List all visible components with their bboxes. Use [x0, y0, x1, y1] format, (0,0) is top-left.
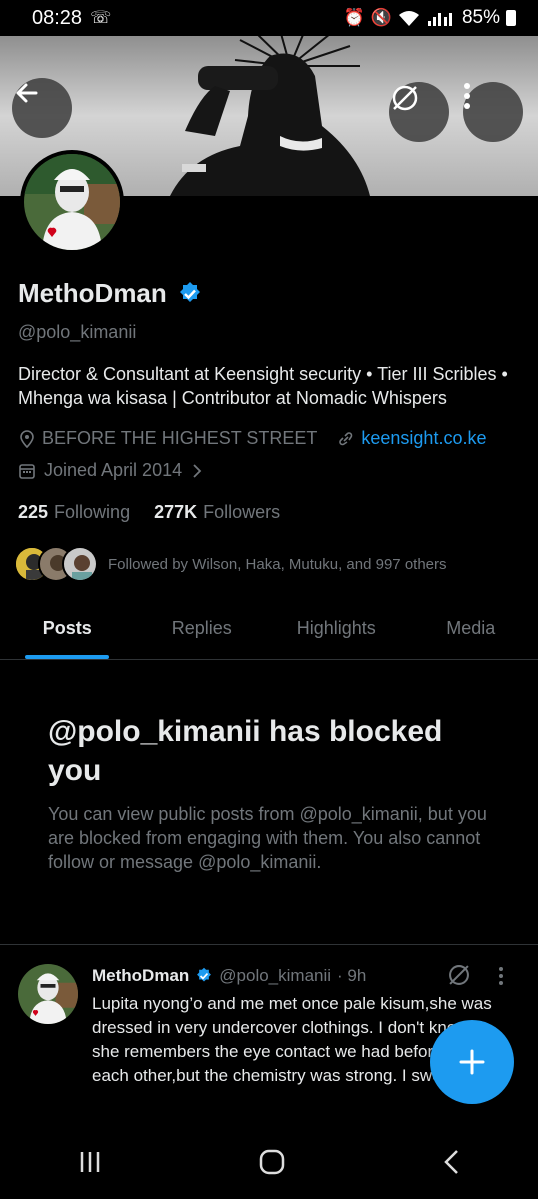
post-grok-button[interactable] — [446, 962, 472, 993]
bio-line-2: Mhenga wa kisasa | Contributor at Nomadi… — [18, 388, 447, 408]
profile-meta-row: BEFORE THE HIGHEST STREET keensight.co.k… — [18, 428, 486, 449]
location-pin-icon — [20, 429, 34, 448]
calendar-icon — [19, 463, 35, 479]
profile-tabs: Posts Replies Highlights Media — [0, 598, 538, 660]
post-author-handle: @polo_kimanii — [219, 966, 332, 985]
more-options-button[interactable] — [463, 82, 523, 142]
status-bar: 08:28 ☏ ⏰ 🔇 85% — [0, 0, 538, 36]
battery-icon — [506, 10, 516, 26]
recent-apps-icon[interactable] — [77, 1149, 103, 1175]
followers-label: Followers — [203, 502, 281, 522]
back-button[interactable] — [12, 78, 72, 138]
status-left: 08:28 ☏ — [32, 7, 111, 30]
alarm-icon: ⏰ — [343, 8, 365, 27]
profile-avatar[interactable] — [20, 150, 124, 254]
follower-avatar — [62, 546, 98, 582]
name-row: MethoDman — [18, 278, 203, 309]
more-vertical-icon — [499, 967, 503, 985]
blocked-title: @polo_kimanii has blocked you — [48, 715, 443, 787]
bio-line-1: Director & Consultant at Keensight secur… — [18, 364, 508, 384]
more-vertical-icon — [464, 83, 470, 109]
mute-icon: 🔇 — [370, 8, 392, 27]
grok-icon — [392, 85, 418, 111]
post-header: MethoDman @polo_kimanii · 9h — [92, 966, 366, 986]
followers-link[interactable]: 277K Followers — [154, 502, 280, 523]
verified-badge-icon[interactable] — [177, 281, 203, 307]
tab-label: Highlights — [296, 618, 376, 638]
system-nav-bar — [0, 1124, 538, 1199]
battery-percent: 85% — [461, 7, 500, 28]
home-icon[interactable] — [258, 1148, 286, 1176]
profile-location: BEFORE THE HIGHEST STREET — [42, 428, 318, 448]
tab-media[interactable]: Media — [404, 598, 538, 659]
active-tab-indicator — [25, 655, 110, 659]
grok-button[interactable] — [389, 82, 449, 142]
post-author-avatar[interactable] — [18, 964, 78, 1024]
following-label: Following — [54, 502, 131, 522]
followed-by-row[interactable]: Followed by Wilson, Haka, Mutuku, and 99… — [14, 546, 447, 582]
followed-by-text: Followed by Wilson, Haka, Mutuku, and 99… — [108, 555, 447, 573]
followers-count: 277K — [154, 502, 198, 522]
back-nav-icon[interactable] — [441, 1148, 461, 1176]
tab-replies[interactable]: Replies — [135, 598, 270, 659]
tab-highlights[interactable]: Highlights — [269, 598, 404, 659]
profile-website-link[interactable]: keensight.co.ke — [361, 428, 486, 449]
follow-stats: 225 Following 277K Followers — [18, 502, 280, 523]
divider — [0, 944, 538, 945]
tab-label: Replies — [171, 618, 232, 638]
post-more-button[interactable] — [498, 966, 504, 992]
post-author-name[interactable]: MethoDman — [92, 966, 189, 986]
joined-date: Joined April 2014 — [44, 460, 183, 480]
avatar-image — [24, 154, 120, 250]
tab-label: Posts — [42, 618, 92, 638]
follower-avatars — [14, 546, 98, 582]
post-time: · 9h — [337, 966, 367, 985]
whatsapp-icon: ☏ — [90, 8, 112, 27]
signal-icon — [427, 13, 452, 26]
blocked-description: You can view public posts from @polo_kim… — [48, 804, 487, 872]
following-link[interactable]: 225 Following — [18, 502, 130, 523]
link-icon — [339, 431, 353, 445]
verified-badge-icon — [197, 967, 212, 982]
compose-button[interactable] — [430, 1020, 514, 1104]
profile-bio: Director & Consultant at Keensight secur… — [18, 362, 518, 410]
wifi-icon — [398, 11, 419, 26]
chevron-right-icon — [193, 463, 202, 478]
display-name: MethoDman — [18, 278, 167, 308]
tab-label: Media — [446, 618, 496, 638]
joined-row[interactable]: Joined April 2014 — [18, 460, 204, 481]
tab-posts[interactable]: Posts — [0, 598, 135, 659]
arrow-left-icon — [16, 83, 38, 103]
following-count: 225 — [18, 502, 49, 522]
profile-handle: @polo_kimanii — [18, 322, 137, 342]
status-time: 08:28 — [32, 6, 83, 29]
status-right: ⏰ 🔇 85% — [344, 7, 516, 29]
grok-icon — [449, 965, 469, 985]
plus-icon — [459, 1049, 485, 1075]
